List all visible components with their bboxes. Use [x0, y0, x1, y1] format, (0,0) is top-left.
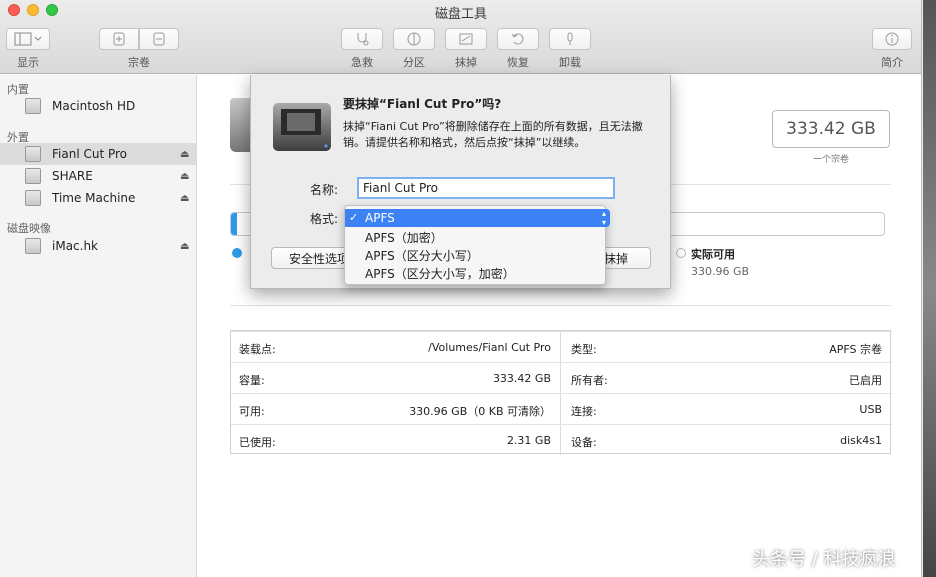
info-key: 连接: [571, 405, 597, 418]
free-legend-value: 330.96 GB [691, 265, 750, 278]
eject-icon[interactable]: ⏏ [180, 171, 189, 182]
external-disk-icon [25, 168, 41, 184]
volume-label: 宗卷 [128, 56, 150, 69]
partition-icon [407, 32, 421, 46]
restore-label: 恢复 [507, 56, 529, 69]
sidebar-item-imac-hk[interactable]: iMac.hk ⏏ [0, 235, 197, 257]
dropdown-arrow-icon[interactable]: ▴ ▾ [598, 209, 610, 227]
format-option-apfs-case-sensitive[interactable]: APFS（区分大小写） [345, 245, 607, 263]
info-value: APFS 宗卷 [829, 343, 882, 356]
watermark-text: 头条号 / 科技疯浪 [752, 549, 896, 570]
sidebar-item-macintosh-hd[interactable]: Macintosh HD [0, 95, 197, 117]
format-option-label: APFS（加密） [365, 231, 443, 245]
info-value: /Volumes/Fianl Cut Pro [428, 341, 551, 354]
capacity-value: 333.42 GB [786, 119, 876, 139]
sidebar-item-share[interactable]: SHARE ⏏ [0, 165, 197, 187]
sidebar-item-label: iMac.hk [52, 239, 99, 253]
sidebar-item-label: Fianl Cut Pro [52, 147, 128, 161]
view-button[interactable] [6, 28, 50, 50]
table-row: 装载点: /Volumes/Fianl Cut Pro 类型: APFS 宗卷 [231, 331, 892, 362]
external-disk-icon [25, 146, 41, 162]
first-aid-button[interactable] [341, 28, 383, 50]
info-icon [885, 32, 899, 46]
divider [230, 305, 891, 306]
info-value: 333.42 GB [492, 372, 551, 385]
drive-film-icon [273, 103, 331, 151]
external-disk-icon [25, 190, 41, 206]
background-desktop-strip [923, 0, 936, 577]
unmount-icon [567, 32, 573, 45]
info-value: disk4s1 [840, 434, 882, 447]
eject-icon[interactable]: ⏏ [180, 241, 189, 252]
info-key: 所有者: [571, 374, 608, 387]
info-value: USB [859, 403, 882, 416]
restore-button[interactable] [497, 28, 539, 50]
info-key: 容量: [239, 374, 265, 387]
capacity-sub-label: 一个宗卷 [812, 155, 849, 165]
sidebar-toggle-icon [14, 32, 42, 46]
dialog-title: 要抹掉“Fianl Cut Pro”吗? [343, 97, 502, 111]
info-value: 330.96 GB（0 KB 可清除） [409, 405, 551, 418]
erase-icon [459, 33, 473, 45]
capacity-box: 333.42 GB [772, 110, 890, 148]
format-option-apfs-case-sensitive-encrypted[interactable]: APFS（区分大小写，加密） [345, 263, 607, 281]
info-key: 设备: [571, 436, 597, 449]
partition-button[interactable] [393, 28, 435, 50]
format-option-label: APFS [365, 211, 395, 225]
add-volume-icon [113, 32, 125, 46]
eject-icon[interactable]: ⏏ [180, 193, 189, 204]
sidebar-item-label: SHARE [52, 169, 93, 183]
sidebar-item-label: Macintosh HD [52, 99, 136, 113]
disk-image-icon [25, 238, 41, 254]
volume-info-table: 装载点: /Volumes/Fianl Cut Pro 类型: APFS 宗卷 … [230, 330, 892, 455]
free-legend-dot [676, 248, 686, 258]
add-volume-button[interactable] [99, 28, 139, 50]
checkmark-icon: ✓ [349, 211, 359, 224]
format-option-label: APFS（区分大小写） [365, 249, 479, 263]
view-label: 显示 [17, 56, 39, 69]
remove-volume-icon [153, 32, 165, 46]
sidebar-item-time-machine[interactable]: Time Machine ⏏ [0, 187, 197, 209]
erase-label: 抹掉 [455, 56, 477, 69]
usage-bar-used-fill [231, 213, 237, 235]
info-key: 可用: [239, 405, 265, 418]
info-label: 简介 [881, 56, 903, 69]
unmount-label: 卸载 [559, 56, 581, 69]
dialog-message: 抹掉“Fiani Cut Pro”将删除储存在上面的所有数据，且无法撤销。请提供… [343, 120, 643, 149]
format-option-apfs[interactable]: ✓ APFS [345, 209, 607, 227]
table-row: 已使用: 2.31 GB 设备: disk4s1 [231, 424, 892, 455]
internal-disk-icon [25, 98, 41, 114]
info-key: 已使用: [239, 436, 276, 449]
sidebar-item-fianl-cut-pro[interactable]: Fianl Cut Pro ⏏ [0, 143, 197, 165]
used-legend-dot [232, 248, 242, 258]
format-option-label: APFS（区分大小写，加密） [365, 267, 515, 281]
stethoscope-icon [357, 33, 369, 46]
first-aid-label: 急救 [351, 56, 373, 69]
remove-volume-button[interactable] [139, 28, 179, 50]
sidebar-item-label: Time Machine [52, 191, 136, 205]
sidebar-header-images: 磁盘映像 [7, 222, 51, 235]
disk-utility-window: 磁盘工具 显示 宗卷 急救 分区 抹掉 恢复 卸载 简介 内置 Macintos… [0, 0, 922, 577]
erase-button-toolbar[interactable] [445, 28, 487, 50]
window-title: 磁盘工具 [434, 7, 487, 22]
table-row: 可用: 330.96 GB（0 KB 可清除） 连接: USB [231, 393, 892, 424]
info-value: 已启用 [849, 374, 882, 387]
info-button[interactable] [872, 28, 912, 50]
eject-icon[interactable]: ⏏ [180, 149, 189, 160]
restore-icon [511, 33, 524, 45]
partition-label: 分区 [403, 56, 425, 69]
toolbar: 磁盘工具 显示 宗卷 急救 分区 抹掉 恢复 卸载 简介 [0, 0, 921, 74]
info-key: 类型: [571, 343, 597, 356]
name-label: 名称: [310, 183, 339, 197]
table-row: 容量: 333.42 GB 所有者: 已启用 [231, 362, 892, 393]
sidebar: 内置 Macintosh HD 外置 Fianl Cut Pro ⏏ SHARE… [0, 75, 197, 577]
free-legend-label: 实际可用 [691, 248, 735, 261]
info-key: 装载点: [239, 343, 276, 356]
format-label: 格式: [310, 212, 339, 226]
info-value: 2.31 GB [506, 434, 551, 447]
format-dropdown-menu[interactable]: ✓ APFS APFS（加密） APFS（区分大小写） APFS（区分大小写，加… [344, 205, 607, 285]
unmount-button[interactable] [549, 28, 591, 50]
format-option-apfs-encrypted[interactable]: APFS（加密） [345, 227, 607, 245]
name-input[interactable] [357, 177, 615, 199]
